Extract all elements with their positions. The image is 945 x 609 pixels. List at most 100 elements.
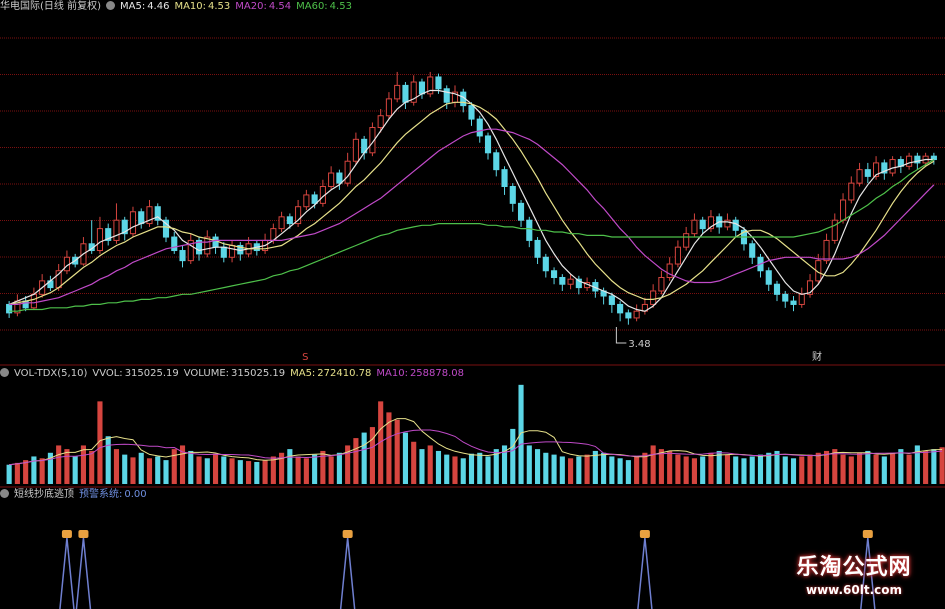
volume-bar: [650, 445, 656, 484]
volume-bar: [212, 453, 219, 484]
candle: [14, 294, 21, 317]
candle-body: [699, 219, 706, 230]
volume-bar: [452, 456, 458, 484]
volume-bar: [353, 438, 359, 484]
settings-dot-icon[interactable]: [0, 367, 9, 377]
candle-body: [328, 172, 335, 188]
candle-body: [683, 233, 690, 248]
candle-body: [650, 290, 657, 305]
price-annotations: 3.48 S 财: [302, 327, 822, 363]
volume-bar: [460, 458, 466, 484]
volume-bar: [171, 449, 177, 484]
volume-bar: [815, 452, 821, 484]
volume-bar: [534, 449, 541, 484]
candle: [881, 159, 888, 180]
candle: [897, 156, 904, 174]
volume-bar: [221, 456, 227, 484]
volume-bars[interactable]: [6, 384, 945, 484]
candlestick-series[interactable]: [6, 71, 937, 325]
candle-body: [171, 236, 178, 252]
signal-marker: [78, 530, 89, 538]
candle-body: [534, 239, 541, 258]
settings-dot-icon[interactable]: [0, 488, 9, 498]
volume-bar: [14, 462, 20, 484]
volume-bar: [402, 432, 409, 484]
candle: [534, 237, 541, 265]
volume-bar: [287, 449, 293, 484]
volume-bar: [700, 456, 706, 484]
candle-body: [113, 219, 120, 241]
candle: [773, 280, 781, 302]
candle: [96, 216, 104, 254]
volume-bar: [790, 458, 797, 484]
volume-bar: [237, 460, 243, 484]
volume-bar: [369, 427, 375, 484]
candle: [633, 304, 640, 322]
low-price-pointer: [615, 327, 627, 344]
volume-bar: [361, 432, 367, 484]
volume-bar: [584, 454, 590, 484]
candle-body: [311, 194, 318, 204]
candle: [427, 71, 434, 98]
main-legend-title: 华电国际(日线 前复权): [0, 1, 101, 12]
candle: [501, 166, 508, 195]
ma-line-ma60: [9, 158, 935, 312]
candle-body: [476, 118, 483, 137]
candle: [493, 149, 500, 177]
volume-bar: [873, 454, 879, 484]
warning-system-value: 0.00: [124, 489, 147, 500]
marker-cai-label: 财: [812, 350, 822, 363]
volume-bar: [419, 449, 425, 484]
candle-body: [674, 246, 681, 265]
candle: [798, 287, 805, 308]
volume-bar: [312, 454, 318, 484]
volume-bar: [39, 458, 45, 484]
candle-body: [864, 169, 871, 177]
volume-bar: [56, 445, 62, 484]
candle-body: [551, 270, 558, 278]
candle: [278, 211, 285, 232]
ma60-value: 4.53: [329, 1, 352, 12]
volume-bar: [105, 436, 111, 484]
candle: [295, 199, 302, 227]
candle-body: [352, 138, 359, 162]
volume-bar: [196, 456, 202, 484]
candle-body: [517, 202, 525, 221]
signal-marker: [342, 530, 353, 538]
candle-body: [823, 239, 830, 262]
stock-chart[interactable]: 3.48 S 财: [0, 0, 945, 609]
volume-bar: [634, 456, 640, 484]
candle: [509, 183, 516, 212]
settings-dot-icon[interactable]: [105, 0, 115, 10]
volume-bar: [229, 458, 235, 484]
vol-ma5-value: 272410.78: [317, 368, 372, 379]
candle-body: [493, 152, 500, 171]
vol-ma10-value: 258878.08: [409, 368, 465, 379]
signal-marker: [61, 530, 72, 538]
ma20-value: 4.54: [268, 1, 292, 12]
candle: [856, 162, 863, 187]
volume-bar: [642, 452, 648, 484]
candle: [460, 88, 467, 113]
candle: [204, 230, 211, 258]
candle: [831, 213, 838, 244]
candle-body: [831, 219, 838, 241]
candle: [138, 208, 145, 229]
signal-marker: [862, 530, 873, 538]
volume-bar: [510, 428, 516, 484]
candle-body: [773, 283, 781, 295]
ma10-label: MA10:: [174, 1, 207, 12]
volume-bar: [766, 452, 772, 484]
volume-bar: [708, 452, 714, 484]
candle: [344, 152, 351, 187]
volume-bar: [336, 452, 342, 484]
volume-bar: [724, 454, 731, 484]
candle-body: [790, 300, 797, 305]
candle-body: [782, 293, 789, 302]
volume-bar: [667, 450, 673, 484]
volume-bar: [543, 452, 549, 484]
candle: [410, 75, 417, 106]
volume-bar: [898, 449, 904, 484]
volume-bar: [576, 456, 582, 484]
candle: [63, 250, 70, 275]
